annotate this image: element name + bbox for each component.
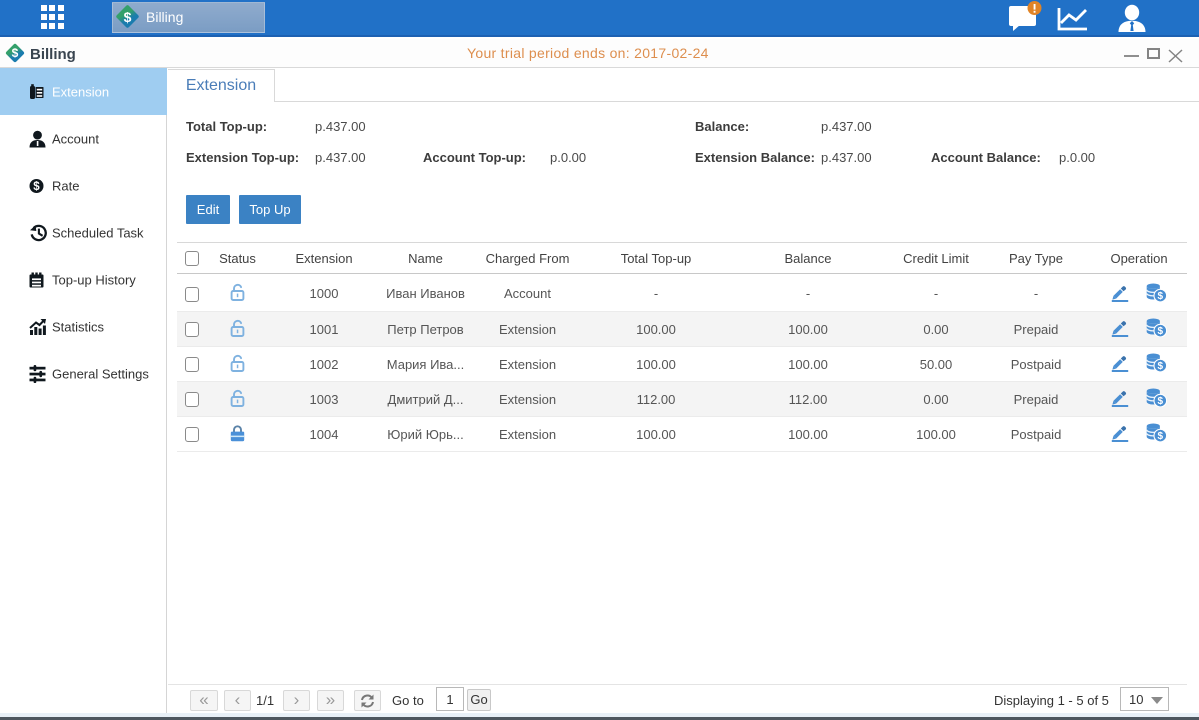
svg-text:$: $ <box>33 181 40 193</box>
